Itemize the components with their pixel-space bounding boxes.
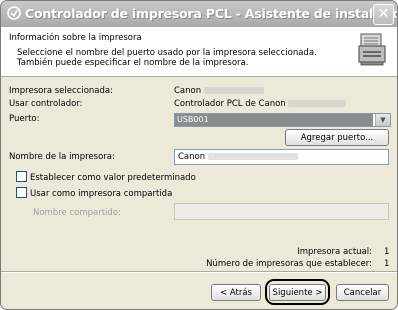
selected-printer-text: Canon — [174, 86, 202, 96]
shared-name-field[interactable] — [174, 203, 389, 220]
close-button[interactable]: ✕ — [373, 4, 394, 25]
redacted-driver — [288, 100, 347, 107]
window-title: Controlador de impresora PCL - Asistente… — [25, 6, 398, 21]
printer-name-label: Nombre de la impresora: — [9, 152, 115, 162]
port-select[interactable]: USB001 ▼ — [174, 113, 391, 127]
printer-count-label: Número de impresoras que establecer: — [206, 259, 372, 269]
footer-divider — [1, 271, 397, 273]
chevron-down-icon[interactable]: ▼ — [375, 114, 390, 126]
shared-name-label: Nombre compartido: — [33, 208, 121, 218]
back-button[interactable]: < Atrás — [211, 284, 261, 301]
shared-checkbox[interactable] — [16, 187, 27, 198]
header-line-2: También puede especificar el nombre de l… — [17, 58, 249, 68]
current-printer-value: 1 — [384, 247, 390, 257]
printer-count-value: 1 — [384, 259, 390, 269]
driver-value: Controlador PCL de Canon — [174, 99, 347, 109]
port-selected-value: USB001 — [175, 114, 373, 126]
selected-printer-label: Impresora seleccionada: — [9, 86, 113, 96]
app-icon — [5, 5, 23, 23]
shared-checkbox-row[interactable]: Usar como impresora compartida — [16, 187, 172, 199]
current-printer-label: Impresora actual: — [297, 247, 372, 257]
default-checkbox-label: Establecer como valor predeterminado — [30, 173, 196, 183]
add-port-button[interactable]: Agregar puerto... — [285, 129, 389, 146]
printer-name-text: Canon — [178, 152, 206, 162]
header-title: Información sobre la impresora — [9, 33, 142, 43]
next-button-highlight — [265, 279, 330, 305]
title-bar[interactable]: Controlador de impresora PCL - Asistente… — [1, 1, 397, 27]
default-checkbox-row[interactable]: Establecer como valor predeterminado — [16, 171, 196, 183]
header-line-1: Seleccione el nombre del puerto usado po… — [17, 48, 317, 58]
close-icon: ✕ — [377, 6, 390, 22]
default-checkbox[interactable] — [16, 171, 27, 182]
port-label: Puerto: — [9, 114, 40, 124]
driver-label: Usar controlador: — [9, 99, 83, 109]
shared-checkbox-label: Usar como impresora compartida — [30, 189, 173, 199]
header-description: Seleccione el nombre del puerto usado po… — [17, 48, 317, 68]
wizard-header: Información sobre la impresora Seleccion… — [1, 27, 397, 77]
installer-window: Controlador de impresora PCL - Asistente… — [0, 0, 398, 310]
driver-text: Controlador PCL de Canon — [174, 99, 286, 109]
redacted-name — [207, 153, 298, 160]
redacted-model — [203, 87, 264, 94]
printer-icon — [357, 32, 387, 72]
selected-printer-value: Canon — [174, 86, 264, 96]
printer-name-field[interactable]: Canon — [174, 149, 389, 165]
cancel-button[interactable]: Cancelar — [336, 284, 389, 301]
